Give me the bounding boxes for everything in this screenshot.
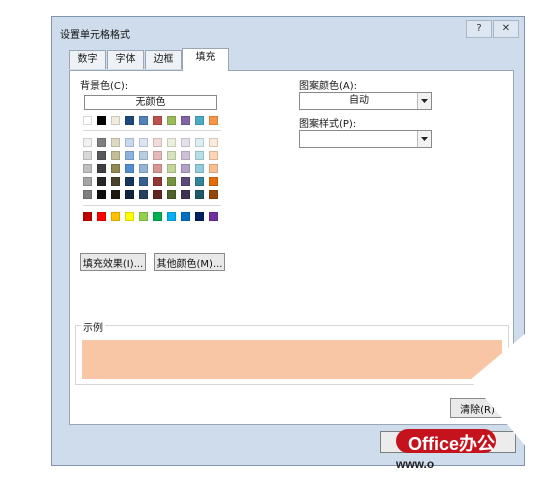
- background-color-label: 背景色(C):: [80, 81, 129, 92]
- theme-shade-swatch[interactable]: [209, 190, 218, 199]
- theme-color-swatch[interactable]: [153, 116, 162, 125]
- fill-panel: 背景色(C): 无颜色 填充效果(I)... 其他颜色(M)... 图案颜色(A…: [69, 70, 514, 425]
- sample-label: 示例: [81, 319, 105, 334]
- theme-shade-swatch[interactable]: [83, 164, 92, 173]
- more-colors-button[interactable]: 其他颜色(M)...: [154, 253, 225, 271]
- theme-color-swatch[interactable]: [167, 116, 176, 125]
- theme-shade-swatch[interactable]: [181, 138, 190, 147]
- theme-shade-swatch[interactable]: [125, 151, 134, 160]
- theme-shade-swatch[interactable]: [195, 190, 204, 199]
- watermark-brand: Office办公: [408, 434, 496, 454]
- chevron-down-icon[interactable]: [417, 131, 431, 147]
- theme-shade-swatch[interactable]: [83, 151, 92, 160]
- theme-shade-swatch[interactable]: [209, 138, 218, 147]
- theme-shade-swatch[interactable]: [153, 190, 162, 199]
- theme-shade-swatch[interactable]: [111, 138, 120, 147]
- pattern-style-value: [300, 131, 418, 147]
- theme-shade-swatch[interactable]: [97, 190, 106, 199]
- theme-shade-swatch[interactable]: [167, 164, 176, 173]
- theme-color-swatch[interactable]: [209, 116, 218, 125]
- theme-color-swatch[interactable]: [111, 116, 120, 125]
- theme-shade-swatch[interactable]: [167, 138, 176, 147]
- theme-shade-swatch[interactable]: [83, 190, 92, 199]
- theme-shade-swatch[interactable]: [125, 138, 134, 147]
- theme-color-swatch[interactable]: [195, 116, 204, 125]
- theme-shade-swatch[interactable]: [139, 151, 148, 160]
- theme-shade-swatch[interactable]: [111, 151, 120, 160]
- tab-font[interactable]: 字体: [107, 50, 144, 69]
- theme-shade-swatch[interactable]: [195, 164, 204, 173]
- theme-shade-swatch[interactable]: [111, 164, 120, 173]
- theme-shade-swatch[interactable]: [167, 151, 176, 160]
- theme-shade-swatch[interactable]: [139, 190, 148, 199]
- theme-shade-swatch[interactable]: [153, 151, 162, 160]
- theme-shade-swatch[interactable]: [209, 151, 218, 160]
- tab-number[interactable]: 数字: [69, 50, 106, 69]
- theme-shade-swatch[interactable]: [209, 164, 218, 173]
- standard-color-swatch[interactable]: [153, 212, 162, 221]
- theme-shade-swatch[interactable]: [181, 164, 190, 173]
- theme-shade-swatch[interactable]: [167, 190, 176, 199]
- format-cells-dialog: 设置单元格格式 ? ✕ 数字 字体 边框 填充 背景色(C): 无颜色 填充效果…: [51, 16, 525, 466]
- standard-color-swatch[interactable]: [83, 212, 92, 221]
- theme-shade-swatch[interactable]: [195, 151, 204, 160]
- watermark-url: www.o: [396, 457, 435, 471]
- theme-shade-swatch[interactable]: [111, 190, 120, 199]
- tab-border[interactable]: 边框: [145, 50, 182, 69]
- pattern-style-label: 图案样式(P):: [299, 119, 357, 130]
- theme-shade-swatch[interactable]: [195, 138, 204, 147]
- pattern-color-value: 自动: [349, 95, 369, 106]
- sample-preview: [82, 340, 502, 379]
- theme-shade-swatch[interactable]: [97, 138, 106, 147]
- theme-shade-swatch[interactable]: [83, 138, 92, 147]
- screenshot-stage: 设置单元格格式 ? ✕ 数字 字体 边框 填充 背景色(C): 无颜色 填充效果…: [0, 0, 560, 481]
- theme-shade-swatch[interactable]: [181, 177, 190, 186]
- tab-fill[interactable]: 填充: [182, 48, 229, 71]
- theme-shade-swatch[interactable]: [111, 177, 120, 186]
- sample-group: 示例: [75, 319, 509, 385]
- dialog-title: 设置单元格格式: [60, 30, 130, 41]
- standard-color-swatch[interactable]: [97, 212, 106, 221]
- standard-color-swatch[interactable]: [181, 212, 190, 221]
- standard-color-swatch[interactable]: [125, 212, 134, 221]
- theme-shade-swatch[interactable]: [181, 151, 190, 160]
- pattern-color-label: 图案颜色(A):: [299, 81, 358, 92]
- theme-shade-swatch[interactable]: [125, 164, 134, 173]
- pattern-style-dropdown[interactable]: [299, 130, 432, 148]
- palette-divider: [83, 130, 221, 131]
- theme-shade-swatch[interactable]: [209, 177, 218, 186]
- chevron-down-icon[interactable]: [417, 93, 431, 109]
- fill-effects-button[interactable]: 填充效果(I)...: [80, 253, 146, 271]
- theme-shade-swatch[interactable]: [139, 164, 148, 173]
- standard-color-swatch[interactable]: [167, 212, 176, 221]
- pattern-color-dropdown[interactable]: 自动: [299, 92, 432, 110]
- standard-color-swatch[interactable]: [139, 212, 148, 221]
- close-button[interactable]: ✕: [493, 20, 519, 38]
- no-color-button[interactable]: 无颜色: [84, 95, 217, 110]
- theme-color-swatch[interactable]: [83, 116, 92, 125]
- standard-color-swatch[interactable]: [209, 212, 218, 221]
- theme-shade-swatch[interactable]: [153, 177, 162, 186]
- theme-shade-swatch[interactable]: [139, 177, 148, 186]
- theme-color-swatch[interactable]: [125, 116, 134, 125]
- theme-shade-swatch[interactable]: [181, 190, 190, 199]
- standard-color-swatch[interactable]: [195, 212, 204, 221]
- theme-color-swatch[interactable]: [139, 116, 148, 125]
- theme-shade-swatch[interactable]: [139, 138, 148, 147]
- theme-shade-swatch[interactable]: [153, 138, 162, 147]
- theme-shade-swatch[interactable]: [167, 177, 176, 186]
- theme-color-swatch[interactable]: [97, 116, 106, 125]
- theme-shade-swatch[interactable]: [97, 177, 106, 186]
- theme-shade-swatch[interactable]: [125, 177, 134, 186]
- theme-color-swatch[interactable]: [181, 116, 190, 125]
- palette-divider: [83, 205, 221, 206]
- theme-shade-swatch[interactable]: [153, 164, 162, 173]
- help-button[interactable]: ?: [466, 20, 492, 38]
- theme-shade-swatch[interactable]: [125, 190, 134, 199]
- theme-shade-swatch[interactable]: [83, 177, 92, 186]
- theme-shade-swatch[interactable]: [97, 151, 106, 160]
- theme-shade-swatch[interactable]: [195, 177, 204, 186]
- standard-color-swatch[interactable]: [111, 212, 120, 221]
- theme-shade-swatch[interactable]: [97, 164, 106, 173]
